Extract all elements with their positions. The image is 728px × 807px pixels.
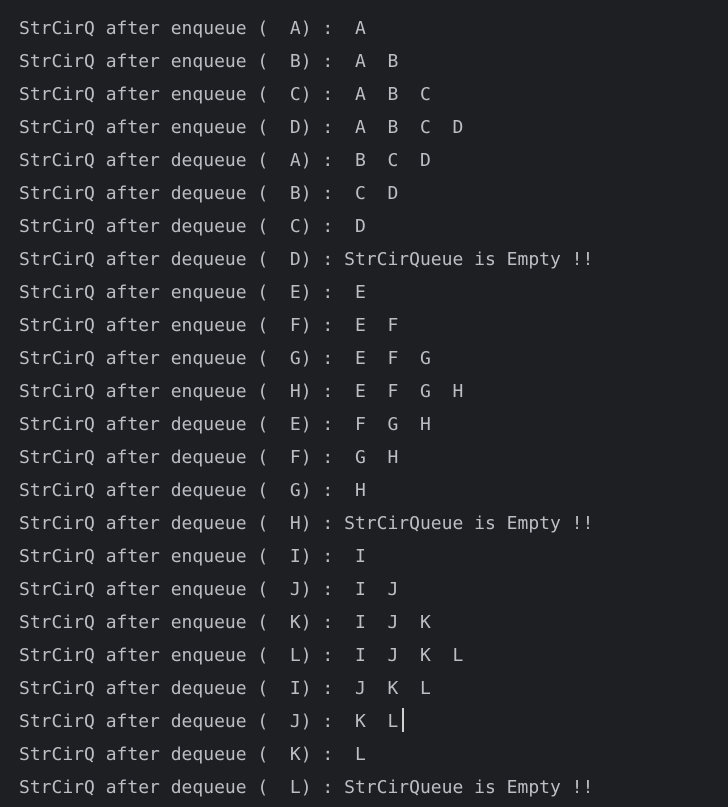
console-line-20: StrCirQ after enqueue ( L) : I J K L (0, 639, 728, 672)
console-line-13: StrCirQ after dequeue ( E) : F G H (0, 408, 728, 441)
console-line-2: StrCirQ after enqueue ( B) : A B (0, 45, 728, 78)
console-line-text: StrCirQ after dequeue ( H) : StrCirQueue… (19, 513, 594, 534)
console-line-24: StrCirQ after dequeue ( L) : StrCirQueue… (0, 771, 728, 804)
console-line-15: StrCirQ after dequeue ( G) : H (0, 474, 728, 507)
console-line-text: StrCirQ after dequeue ( G) : H (19, 480, 366, 501)
console-line-text: StrCirQ after dequeue ( K) : L (19, 744, 366, 765)
console-line-text: StrCirQ after dequeue ( F) : G H (19, 447, 399, 468)
console-line-text: StrCirQ after enqueue ( K) : I J K (19, 612, 431, 633)
console-line-16: StrCirQ after dequeue ( H) : StrCirQueue… (0, 507, 728, 540)
console-line-text: StrCirQ after dequeue ( D) : StrCirQueue… (19, 249, 594, 270)
console-output[interactable]: StrCirQ after enqueue ( A) : A StrCirQ a… (0, 0, 728, 807)
console-line-text: StrCirQ after dequeue ( I) : J K L (19, 678, 431, 699)
console-line-text: StrCirQ after enqueue ( C) : A B C (19, 84, 431, 105)
console-line-17: StrCirQ after enqueue ( I) : I (0, 540, 728, 573)
console-line-text: StrCirQ after enqueue ( J) : I J (19, 579, 399, 600)
console-line-text: StrCirQ after dequeue ( L) : StrCirQueue… (19, 777, 594, 798)
console-line-12: StrCirQ after enqueue ( H) : E F G H (0, 375, 728, 408)
console-line-text: StrCirQ after dequeue ( E) : F G H (19, 414, 431, 435)
console-line-text: StrCirQ after enqueue ( I) : I (19, 546, 366, 567)
console-line-19: StrCirQ after enqueue ( K) : I J K (0, 606, 728, 639)
console-line-6: StrCirQ after dequeue ( B) : C D (0, 177, 728, 210)
console-line-14: StrCirQ after dequeue ( F) : G H (0, 441, 728, 474)
console-line-text: StrCirQ after enqueue ( A) : A (19, 18, 366, 39)
console-line-4: StrCirQ after enqueue ( D) : A B C D (0, 111, 728, 144)
console-line-3: StrCirQ after enqueue ( C) : A B C (0, 78, 728, 111)
console-line-text: StrCirQ after enqueue ( H) : E F G H (19, 381, 464, 402)
console-line-22: StrCirQ after dequeue ( J) : K L (0, 705, 728, 738)
console-line-text: StrCirQ after enqueue ( D) : A B C D (19, 117, 464, 138)
console-line-text: StrCirQ after dequeue ( A) : B C D (19, 150, 431, 171)
console-line-7: StrCirQ after dequeue ( C) : D (0, 210, 728, 243)
console-line-9: StrCirQ after enqueue ( E) : E (0, 276, 728, 309)
console-line-text: StrCirQ after dequeue ( C) : D (19, 216, 366, 237)
console-line-text: StrCirQ after enqueue ( F) : E F (19, 315, 399, 336)
console-line-18: StrCirQ after enqueue ( J) : I J (0, 573, 728, 606)
console-line-text: StrCirQ after enqueue ( E) : E (19, 282, 366, 303)
text-caret (402, 708, 405, 732)
console-line-8: StrCirQ after dequeue ( D) : StrCirQueue… (0, 243, 728, 276)
console-line-text: StrCirQ after dequeue ( B) : C D (19, 183, 399, 204)
console-line-text: StrCirQ after enqueue ( G) : E F G (19, 348, 431, 369)
console-line-1: StrCirQ after enqueue ( A) : A (0, 12, 728, 45)
console-line-text: StrCirQ after enqueue ( B) : A B (19, 51, 399, 72)
console-line-11: StrCirQ after enqueue ( G) : E F G (0, 342, 728, 375)
console-line-23: StrCirQ after dequeue ( K) : L (0, 738, 728, 771)
console-line-21: StrCirQ after dequeue ( I) : J K L (0, 672, 728, 705)
console-line-5: StrCirQ after dequeue ( A) : B C D (0, 144, 728, 177)
console-line-text: StrCirQ after enqueue ( L) : I J K L (19, 645, 464, 666)
console-line-10: StrCirQ after enqueue ( F) : E F (0, 309, 728, 342)
console-line-text: StrCirQ after dequeue ( J) : K L (19, 711, 399, 732)
